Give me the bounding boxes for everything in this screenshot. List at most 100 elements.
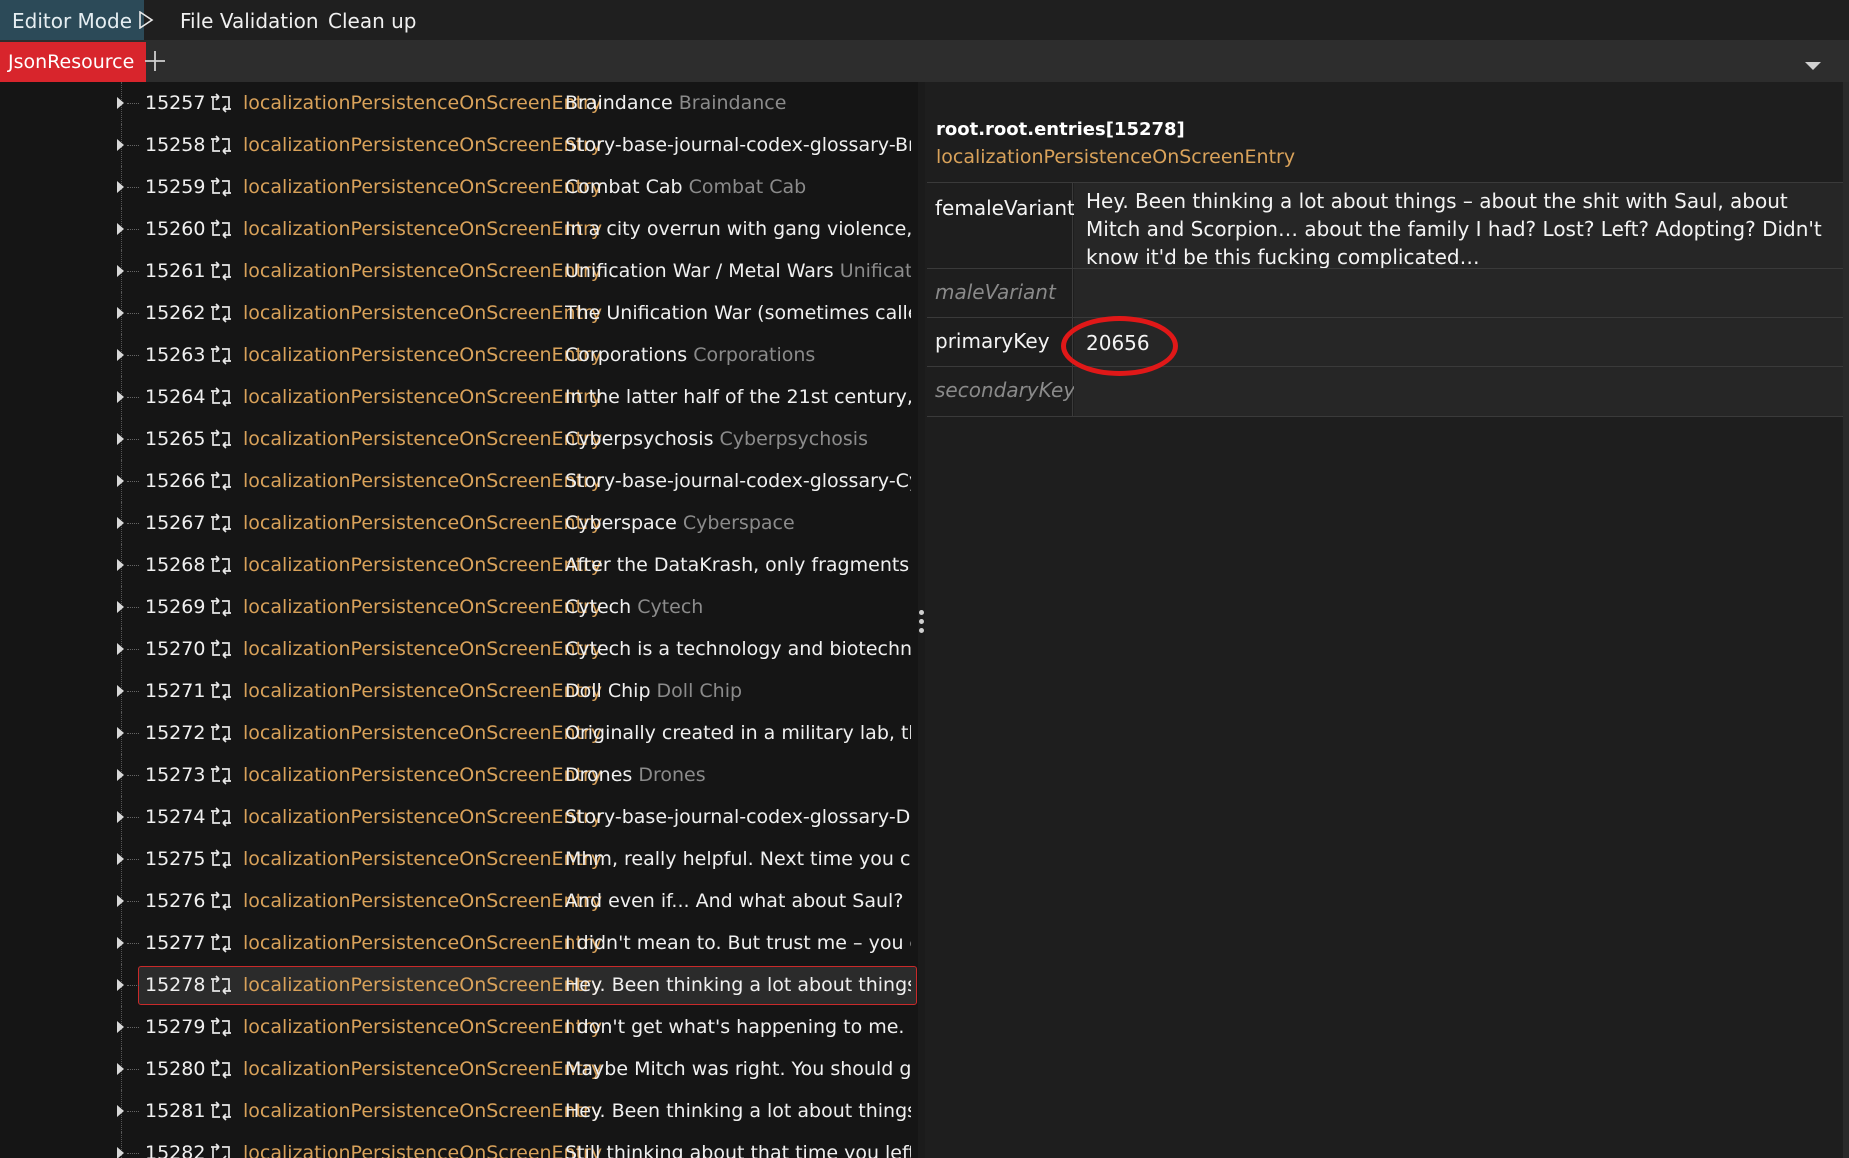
expand-arrow-icon[interactable]	[117, 475, 124, 487]
play-icon[interactable]	[138, 0, 158, 40]
tree-guide-line	[127, 523, 139, 524]
node-tree-icon	[208, 385, 234, 409]
expand-arrow-icon[interactable]	[117, 391, 124, 403]
property-key: primaryKey	[927, 318, 1073, 367]
tree-row[interactable]: 15262 localizationPersistenceOnScreenEntr…	[0, 292, 918, 334]
expand-arrow-icon[interactable]	[117, 1063, 124, 1075]
expand-arrow-icon[interactable]	[117, 1021, 124, 1033]
node-tree-icon	[208, 469, 234, 493]
expand-arrow-icon[interactable]	[117, 349, 124, 361]
expand-arrow-icon[interactable]	[117, 853, 124, 865]
row-type: localizationPersistenceOnScreenEntry	[243, 260, 603, 282]
tree-row[interactable]: 15259 localizationPersistenceOnScreenEntr…	[0, 166, 918, 208]
primary-key-field[interactable]: 20656	[1074, 318, 1845, 367]
row-type: localizationPersistenceOnScreenEntry	[243, 722, 603, 744]
expand-arrow-icon[interactable]	[117, 307, 124, 319]
expand-arrow-icon[interactable]	[117, 643, 124, 655]
row-value: In the latter half of the 21st century, …	[565, 376, 911, 418]
expand-arrow-icon[interactable]	[117, 559, 124, 571]
row-index: 15264	[145, 386, 206, 408]
panel-splitter[interactable]	[918, 82, 925, 1158]
expand-arrow-icon[interactable]	[117, 517, 124, 529]
tree-row[interactable]: 15267 localizationPersistenceOnScreenEntr…	[0, 502, 918, 544]
tree-row[interactable]: 15274 localizationPersistenceOnScreenEntr…	[0, 796, 918, 838]
tree-row[interactable]: 15275 localizationPersistenceOnScreenEntr…	[0, 838, 918, 880]
plus-icon[interactable]	[142, 48, 168, 74]
property-key: femaleVariant	[927, 183, 1075, 269]
row-value: The Unification War (sometimes called th…	[565, 292, 911, 334]
tree-row[interactable]: 15278 localizationPersistenceOnScreenEntr…	[0, 964, 918, 1006]
tree-row[interactable]: 15263 localizationPersistenceOnScreenEntr…	[0, 334, 918, 376]
node-tree-icon	[208, 763, 234, 787]
female-variant-field[interactable]: Hey. Been thinking a lot about things – …	[1074, 183, 1845, 269]
tree-view[interactable]: 15257 localizationPersistenceOnScreenEntr…	[0, 82, 918, 1158]
row-value: Cyberpsychosis Cyberpsychosis	[565, 418, 911, 460]
node-tree-icon	[208, 931, 234, 955]
tree-row[interactable]: 15260 localizationPersistenceOnScreenEntr…	[0, 208, 918, 250]
row-value: Unification War / Metal Wars Unification	[565, 250, 911, 292]
chevron-down-icon[interactable]	[1804, 56, 1822, 75]
expand-arrow-icon[interactable]	[117, 769, 124, 781]
expand-arrow-icon[interactable]	[117, 1105, 124, 1117]
tree-row[interactable]: 15279 localizationPersistenceOnScreenEntr…	[0, 1006, 918, 1048]
expand-arrow-icon[interactable]	[117, 601, 124, 613]
expand-arrow-icon[interactable]	[117, 895, 124, 907]
tab-json-resource[interactable]: JsonResource	[0, 42, 147, 82]
tree-guide-line	[127, 1111, 139, 1112]
tree-row[interactable]: 15282 localizationPersistenceOnScreenEntr…	[0, 1132, 918, 1158]
expand-arrow-icon[interactable]	[117, 433, 124, 445]
row-type: localizationPersistenceOnScreenEntry	[243, 554, 603, 576]
expand-arrow-icon[interactable]	[117, 685, 124, 697]
tree-row[interactable]: 15258 localizationPersistenceOnScreenEntr…	[0, 124, 918, 166]
file-validation-menu[interactable]: File Validation	[180, 0, 319, 40]
secondary-key-field[interactable]	[1074, 367, 1845, 416]
row-type: localizationPersistenceOnScreenEntry	[243, 512, 603, 534]
node-tree-icon	[208, 91, 234, 115]
tree-row[interactable]: 15264 localizationPersistenceOnScreenEntr…	[0, 376, 918, 418]
expand-arrow-icon[interactable]	[117, 223, 124, 235]
row-type: localizationPersistenceOnScreenEntry	[243, 302, 603, 324]
row-type: localizationPersistenceOnScreenEntry	[243, 176, 603, 198]
row-index: 15257	[145, 92, 206, 114]
tree-guide-line	[127, 565, 139, 566]
tree-row[interactable]: 15276 localizationPersistenceOnScreenEntr…	[0, 880, 918, 922]
node-tree-icon	[208, 595, 234, 619]
row-value-text: Mhm, really helpful. Next time you can j…	[565, 848, 911, 870]
tree-row[interactable]: 15265 localizationPersistenceOnScreenEntr…	[0, 418, 918, 460]
tree-row[interactable]: 15277 localizationPersistenceOnScreenEntr…	[0, 922, 918, 964]
tree-row[interactable]: 15261 localizationPersistenceOnScreenEntr…	[0, 250, 918, 292]
expand-arrow-icon[interactable]	[117, 181, 124, 193]
tree-row[interactable]: 15269 localizationPersistenceOnScreenEntr…	[0, 586, 918, 628]
expand-arrow-icon[interactable]	[117, 811, 124, 823]
row-index: 15276	[145, 890, 206, 912]
row-type: localizationPersistenceOnScreenEntry	[243, 596, 603, 618]
tree-row[interactable]: 15270 localizationPersistenceOnScreenEntr…	[0, 628, 918, 670]
clean-up-menu[interactable]: Clean up	[328, 0, 417, 40]
expand-arrow-icon[interactable]	[117, 727, 124, 739]
tree-row[interactable]: 15280 localizationPersistenceOnScreenEntr…	[0, 1048, 918, 1090]
tree-row[interactable]: 15271 localizationPersistenceOnScreenEntr…	[0, 670, 918, 712]
tree-row[interactable]: 15281 localizationPersistenceOnScreenEntr…	[0, 1090, 918, 1132]
expand-arrow-icon[interactable]	[117, 1147, 124, 1158]
splitter-grip[interactable]	[919, 619, 924, 624]
scrollbar[interactable]	[1843, 82, 1849, 1158]
editor-mode-button[interactable]: Editor Mode	[0, 0, 145, 40]
tree-row[interactable]: 15257 localizationPersistenceOnScreenEntr…	[0, 82, 918, 124]
splitter-grip[interactable]	[919, 628, 924, 633]
tree-row[interactable]: 15266 localizationPersistenceOnScreenEntr…	[0, 460, 918, 502]
tree-row[interactable]: 15272 localizationPersistenceOnScreenEntr…	[0, 712, 918, 754]
tree-row[interactable]: 15273 localizationPersistenceOnScreenEntr…	[0, 754, 918, 796]
row-index: 15278	[145, 974, 206, 996]
expand-arrow-icon[interactable]	[117, 265, 124, 277]
expand-arrow-icon[interactable]	[117, 937, 124, 949]
row-value-text: Maybe Mitch was right. You should go bac…	[565, 1058, 911, 1080]
expand-arrow-icon[interactable]	[117, 97, 124, 109]
node-tree-icon	[208, 973, 234, 997]
male-variant-field[interactable]	[1074, 269, 1845, 318]
tree-guide-line	[127, 817, 139, 818]
expand-arrow-icon[interactable]	[117, 139, 124, 151]
row-value-text: Story-base-journal-codex-glossary-Drones	[565, 806, 911, 828]
expand-arrow-icon[interactable]	[117, 979, 124, 991]
splitter-grip[interactable]	[919, 610, 924, 615]
tree-row[interactable]: 15268 localizationPersistenceOnScreenEntr…	[0, 544, 918, 586]
